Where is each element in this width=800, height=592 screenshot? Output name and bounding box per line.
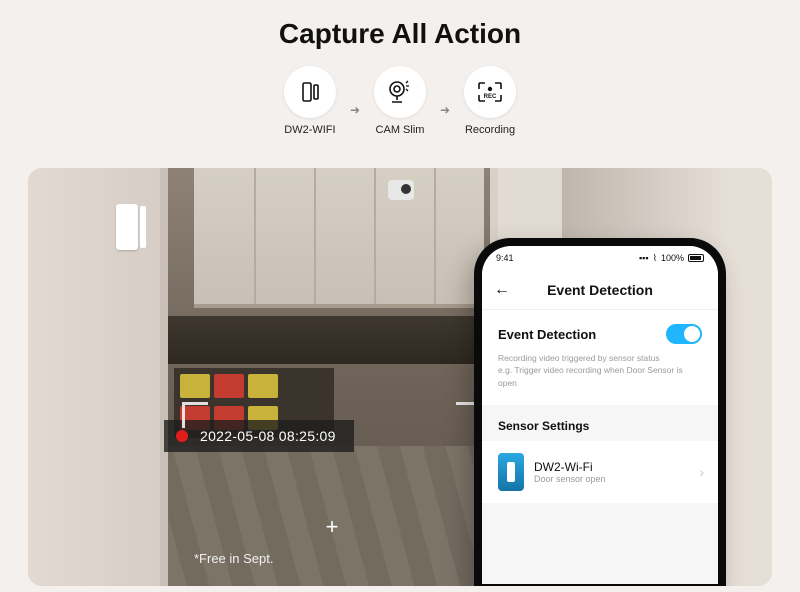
arrow-icon: ➜	[350, 103, 360, 117]
event-detection-toggle[interactable]	[666, 324, 702, 344]
flow-label: DW2-WIFI	[284, 124, 335, 136]
app-bar: ← Event Detection	[482, 270, 718, 310]
door-sensor-icon	[284, 66, 336, 118]
recording-icon: REC	[464, 66, 516, 118]
chevron-right-icon: ›	[699, 464, 704, 480]
sensor-name: DW2-Wi-Fi	[534, 460, 606, 474]
flow-diagram: DW2-WIFI ➜ CAM Slim ➜ REC Recording	[0, 66, 800, 136]
back-button[interactable]: ←	[494, 281, 510, 299]
status-bar: 9:41 ▪▪▪ ⌇ 100%	[482, 246, 718, 270]
appbar-title: Event Detection	[547, 282, 653, 298]
flow-label: Recording	[465, 124, 515, 136]
hero-image: 2022-05-08 08:25:09 + *Free in Sept. 9:4…	[28, 168, 772, 586]
battery-percent: 100%	[661, 253, 684, 263]
flow-item-recording: REC Recording	[464, 66, 516, 136]
phone-mockup: 9:41 ▪▪▪ ⌇ 100% ← Event Detection Event …	[474, 238, 726, 586]
wifi-icon: ⌇	[653, 253, 657, 264]
svg-text:REC: REC	[484, 94, 497, 100]
door-sensor-device	[116, 204, 138, 250]
flow-item-camera: CAM Slim	[374, 66, 426, 136]
camera-device	[388, 180, 422, 202]
sensor-status: Door sensor open	[534, 474, 606, 484]
status-time: 9:41	[496, 253, 514, 263]
card-description: Recording video triggered by sensor stat…	[498, 352, 702, 389]
event-detection-card: Event Detection Recording video triggere…	[482, 310, 718, 405]
camera-icon	[374, 66, 426, 118]
sensor-device-icon	[498, 453, 524, 491]
footnote: *Free in Sept.	[194, 551, 274, 566]
sensor-settings-label: Sensor Settings	[482, 405, 718, 441]
flow-item-sensor: DW2-WIFI	[284, 66, 336, 136]
sensor-row[interactable]: DW2-Wi-Fi Door sensor open ›	[482, 441, 718, 503]
page-title: Capture All Action	[0, 0, 800, 50]
battery-icon	[688, 254, 704, 262]
arrow-icon: ➜	[440, 103, 450, 117]
signal-icon: ▪▪▪	[639, 253, 649, 263]
flow-label: CAM Slim	[376, 124, 425, 136]
card-title: Event Detection	[498, 327, 596, 342]
